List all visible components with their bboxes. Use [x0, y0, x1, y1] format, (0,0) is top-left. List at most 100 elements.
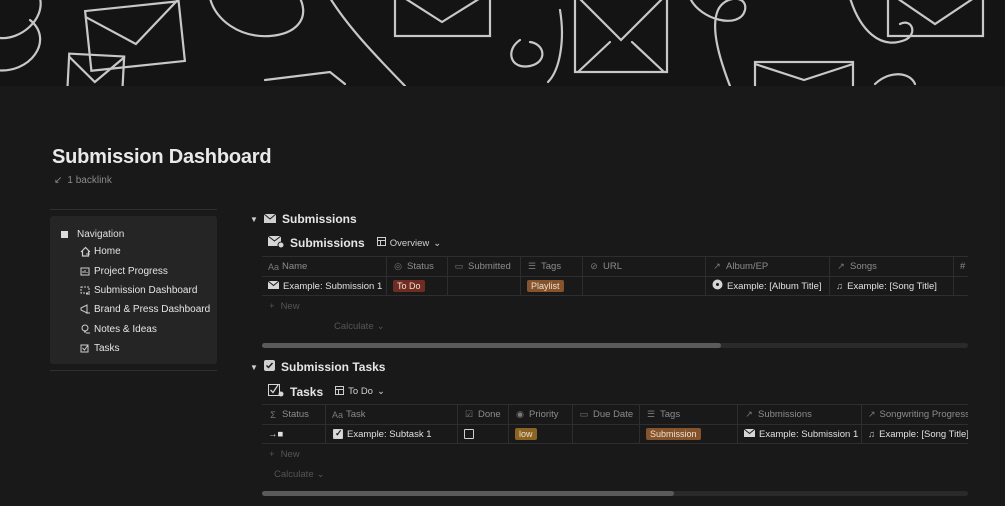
relation-arrow-icon: ↗	[745, 409, 753, 419]
divider	[50, 209, 217, 210]
nav-item-brand-press[interactable]: Brand & Press Dashboard	[61, 300, 217, 319]
chart-icon	[79, 265, 91, 277]
url-cell[interactable]	[582, 277, 705, 295]
view-selector[interactable]: Overview ⌄	[376, 237, 441, 249]
album-cell[interactable]: Example: [Album Title]	[705, 277, 829, 295]
new-row-button[interactable]: + New	[262, 444, 968, 464]
column-label: Songs	[850, 261, 877, 272]
column-label: Status	[407, 261, 434, 272]
column-header[interactable]: ⊘ URL	[582, 257, 705, 276]
scrollbar-thumb[interactable]	[262, 343, 721, 348]
table-row[interactable]: →■ Example: Subtask 1 low Submission Exa…	[262, 424, 968, 444]
tags-cell[interactable]: Submission	[639, 425, 737, 443]
nav-item-submission-dashboard[interactable]: Submission Dashboard	[61, 281, 217, 300]
submission-tasks-toggle[interactable]: ▼ Submission Tasks	[250, 360, 385, 374]
status-cell[interactable]: To Do	[386, 277, 447, 295]
table-row[interactable]: Example: Submission 1 To Do Playlist Exa…	[262, 276, 968, 296]
envelope-icon	[263, 212, 277, 226]
nav-item-tasks[interactable]: Tasks	[61, 339, 217, 358]
checkbox-icon	[333, 428, 343, 439]
done-checkbox[interactable]	[464, 429, 474, 439]
list-icon: ☰	[527, 261, 537, 271]
nav-item-notes-ideas[interactable]: Notes & Ideas	[61, 320, 217, 339]
bullet-square-icon	[61, 230, 68, 238]
column-header[interactable]: #	[953, 257, 968, 276]
submissions-cell[interactable]: Example: Submission 1	[737, 425, 861, 443]
calculate-button[interactable]: Calculate ⌄	[262, 464, 968, 484]
plus-icon: +	[269, 448, 275, 460]
column-header[interactable]: ☰ Tags	[520, 257, 582, 276]
submitted-cell[interactable]	[447, 277, 520, 295]
tag-badge: Submission	[646, 428, 701, 440]
status-badge: To Do	[393, 280, 425, 292]
task-cell[interactable]: Example: Subtask 1	[325, 425, 457, 443]
priority-cell[interactable]: low	[508, 425, 572, 443]
new-label: New	[280, 448, 300, 460]
checkbox-icon	[79, 343, 91, 355]
songs-cell[interactable]: ♫ Example: [Song Title]	[829, 277, 953, 295]
column-header[interactable]: ▭ Due Date	[572, 405, 639, 424]
column-label: Priority	[529, 409, 559, 420]
column-header[interactable]: Σ Status	[262, 405, 325, 424]
name-cell[interactable]: Example: Submission 1	[262, 277, 386, 295]
megaphone-icon	[79, 304, 91, 316]
column-label: Album/EP	[726, 261, 769, 272]
due-date-cell[interactable]	[572, 425, 639, 443]
column-header[interactable]: ☑ Done	[457, 405, 508, 424]
nav-item-home[interactable]: Home	[61, 242, 217, 261]
backlink[interactable]: ↙ 1 backlink	[54, 175, 112, 186]
column-header[interactable]: ☰ Tags	[639, 405, 737, 424]
column-label: Songwriting Progress	[879, 409, 968, 420]
column-header[interactable]: ◎ Status	[386, 257, 447, 276]
relation-arrow-icon: ↗	[713, 261, 721, 271]
table-icon	[335, 385, 345, 398]
number-cell[interactable]	[953, 277, 968, 295]
horizontal-scrollbar[interactable]	[262, 343, 968, 348]
plus-icon: +	[269, 300, 275, 312]
songwriting-cell[interactable]: ♫ Example: [Song Title]	[861, 425, 968, 443]
column-header[interactable]: ↗ Submissions	[737, 405, 861, 424]
horizontal-scrollbar[interactable]	[262, 491, 968, 496]
music-note-icon: ♫	[836, 280, 844, 292]
status-icon: ◎	[394, 261, 402, 271]
tags-cell[interactable]: Playlist	[520, 277, 582, 295]
column-header[interactable]: ▭ Submitted	[447, 257, 520, 276]
column-label: Name	[282, 261, 308, 272]
relation-arrow-icon: ↗	[868, 409, 876, 419]
list-icon: ☰	[646, 409, 656, 419]
column-header[interactable]: ↗ Album/EP	[705, 257, 829, 276]
database-title[interactable]: Submissions	[290, 236, 365, 250]
nav-item-label: Project Progress	[94, 265, 168, 277]
column-header[interactable]: ◉ Priority	[508, 405, 572, 424]
column-header[interactable]: Aa Task	[325, 405, 457, 424]
column-header[interactable]: Aa Name	[262, 257, 386, 276]
inbox-icon	[79, 284, 91, 296]
scrollbar-thumb[interactable]	[262, 491, 674, 496]
view-selector[interactable]: To Do ⌄	[335, 385, 385, 398]
priority-badge: low	[515, 428, 537, 440]
status-icon: ◉	[516, 409, 524, 419]
disc-icon	[712, 279, 723, 293]
lightbulb-icon	[79, 323, 91, 335]
column-header[interactable]: ↗ Songwriting Progress	[861, 405, 968, 424]
nav-item-project-progress[interactable]: Project Progress	[61, 261, 217, 280]
table-icon	[376, 237, 386, 249]
calculate-button[interactable]: Calculate ⌄	[262, 316, 968, 336]
new-row-button[interactable]: + New	[262, 296, 968, 316]
status-cell[interactable]: →■	[262, 425, 325, 443]
nav-item-label: Tasks	[94, 343, 120, 355]
chevron-down-icon: ⌄	[316, 468, 325, 480]
done-cell[interactable]	[457, 425, 508, 443]
calculate-label: Calculate	[334, 320, 374, 332]
column-header[interactable]: ↗ Songs	[829, 257, 953, 276]
text-icon: Aa	[332, 409, 344, 420]
checkbox-icon: ☑	[464, 409, 474, 419]
section-title: Submissions	[282, 212, 357, 226]
submissions-toggle[interactable]: ▼ Submissions	[250, 212, 357, 226]
database-title[interactable]: Tasks	[290, 385, 323, 399]
column-label: #	[960, 261, 966, 272]
nav-item-label: Submission Dashboard	[94, 284, 198, 296]
calendar-icon: ▭	[579, 409, 589, 419]
column-label: Tags	[660, 409, 681, 420]
name-value: Example: Submission 1	[283, 280, 383, 292]
